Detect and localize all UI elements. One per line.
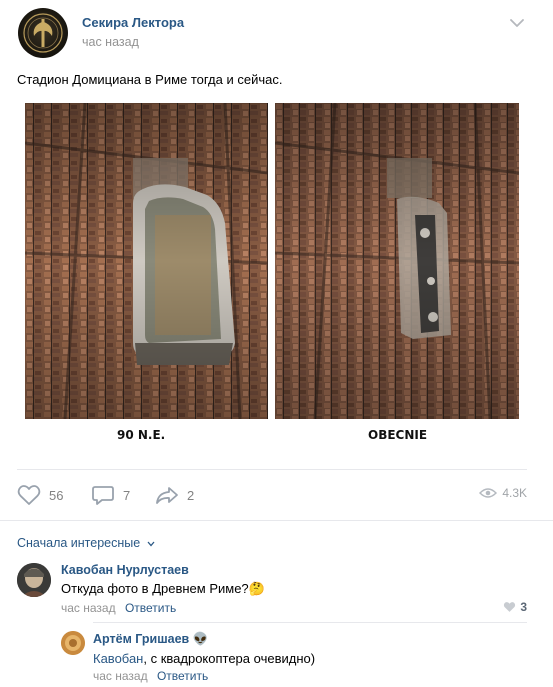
- comment-button[interactable]: 7: [91, 484, 130, 506]
- share-count: 2: [187, 487, 195, 503]
- author-avatar[interactable]: [18, 8, 68, 58]
- commenter-avatar[interactable]: [61, 631, 85, 655]
- alien-emoji-icon: 👽: [192, 632, 209, 646]
- commenter-avatar[interactable]: [17, 563, 51, 597]
- post-author[interactable]: Секира Лектора: [82, 15, 184, 30]
- comment-like-count: 3: [520, 600, 527, 614]
- post-text: Стадион Домициана в Риме тогда и сейчас.: [17, 72, 283, 87]
- comment-count: 7: [123, 487, 131, 503]
- avatar-photo: [61, 631, 85, 655]
- comments-sort-dropdown[interactable]: Сначала интересные: [17, 536, 155, 550]
- comment-meta: час назад Ответить: [93, 669, 208, 683]
- reply-to-link[interactable]: Кавобан: [93, 651, 143, 666]
- comment-author[interactable]: Артём Гришаев 👽: [93, 632, 208, 647]
- share-button[interactable]: 2: [155, 484, 194, 506]
- share-icon: [156, 487, 178, 504]
- axe-emblem-icon: [23, 13, 63, 53]
- divider: [0, 520, 553, 521]
- like-button[interactable]: 56: [17, 484, 63, 506]
- comment-like-button[interactable]: 3: [503, 600, 527, 614]
- comment-text: Откуда фото в Древнем Риме?🤔: [61, 581, 265, 596]
- chevron-down-icon: [147, 541, 155, 547]
- comment-time[interactable]: час назад: [93, 669, 148, 683]
- like-count: 56: [49, 487, 64, 503]
- heart-icon: [17, 485, 41, 505]
- photo-then[interactable]: [25, 103, 268, 419]
- comment-icon: [92, 486, 114, 505]
- views-count: 4.3K: [502, 486, 527, 500]
- comment-author[interactable]: Кавобан Нурлустаев: [61, 563, 189, 577]
- heart-icon: [504, 602, 516, 612]
- avatar-photo: [17, 563, 51, 597]
- post-time[interactable]: час назад: [82, 35, 139, 49]
- comments-sort-label: Сначала интересные: [17, 536, 141, 550]
- reply-button[interactable]: Ответить: [157, 669, 208, 683]
- post-header: Секира Лектора час назад: [0, 0, 553, 70]
- reply-button[interactable]: Ответить: [125, 601, 176, 615]
- photo-caption-then: 90 N.E.: [117, 428, 166, 442]
- chevron-down-icon[interactable]: [510, 18, 524, 28]
- comment-meta: час назад Ответить: [61, 601, 176, 615]
- thinking-emoji-icon: 🤔: [248, 581, 265, 596]
- divider: [93, 622, 527, 623]
- comment-text: Кавобан, с квадрокоптера очевидно): [93, 651, 316, 666]
- views-counter: 4.3K: [479, 486, 527, 500]
- eye-icon: [479, 488, 498, 498]
- divider: [17, 469, 527, 470]
- comment-time[interactable]: час назад: [61, 601, 116, 615]
- photo-now[interactable]: [275, 103, 519, 419]
- photo-caption-now: OBECNIE: [368, 428, 428, 442]
